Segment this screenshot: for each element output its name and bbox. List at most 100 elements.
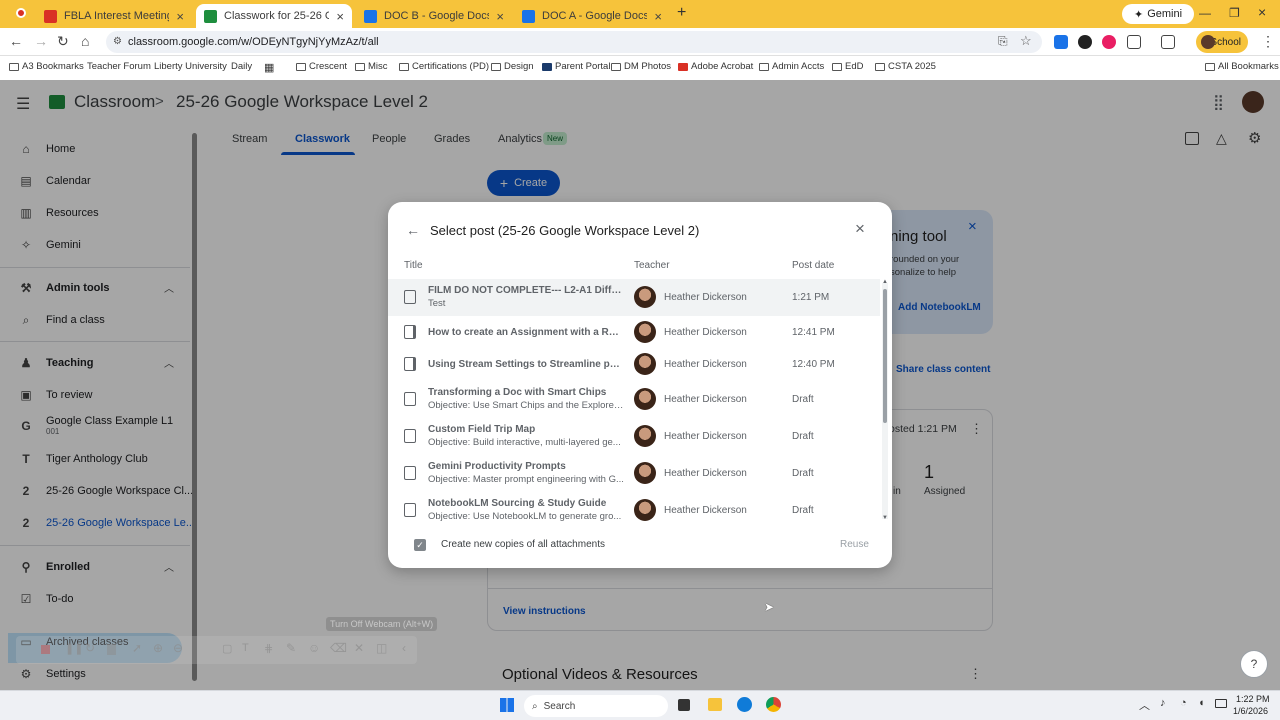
clock-time[interactable]: 1:22 PM bbox=[1236, 694, 1270, 704]
copy-attachments-label[interactable]: Create new copies of all attachments bbox=[441, 539, 605, 550]
taskbar-search[interactable]: ⌕ Search bbox=[524, 695, 668, 717]
bookmark-item[interactable]: Misc bbox=[355, 61, 388, 72]
post-subtitle: Objective: Master prompt engineering wit… bbox=[428, 474, 624, 485]
new-tab-button[interactable]: + bbox=[677, 4, 686, 22]
install-icon[interactable]: ⎘ bbox=[998, 34, 1008, 49]
reuse-button[interactable]: Reuse bbox=[840, 539, 869, 550]
all-bookmarks[interactable]: All Bookmarks bbox=[1205, 61, 1279, 72]
address-bar[interactable]: ⚙ classroom.google.com/w/ODEyNTgyNjYyMzA… bbox=[106, 31, 1042, 53]
post-subtitle: Objective: Use Smart Chips and the Explo… bbox=[428, 400, 624, 411]
scroll-down-arrow-icon[interactable]: ▼ bbox=[882, 515, 888, 521]
post-row[interactable]: Custom Field Trip Map Objective: Build i… bbox=[388, 418, 880, 455]
close-tab-icon[interactable]: × bbox=[336, 9, 344, 24]
eraser-icon[interactable]: ⌫ bbox=[330, 641, 347, 655]
site-info-icon[interactable]: ⚙ bbox=[113, 36, 122, 47]
post-row[interactable]: Using Stream Settings to Streamline post… bbox=[388, 346, 880, 383]
bookmark-item[interactable]: Daily bbox=[231, 61, 252, 72]
browser-tab-fbla[interactable]: FBLA Interest Meeting Thursda × bbox=[36, 4, 192, 28]
delete-icon[interactable] bbox=[107, 644, 116, 655]
close-tab-icon[interactable]: × bbox=[496, 9, 504, 24]
post-title: NotebookLM Sourcing & Study Guide bbox=[428, 498, 607, 509]
pointer-icon[interactable]: ➚ bbox=[132, 641, 142, 655]
extension-icon[interactable] bbox=[1054, 35, 1068, 49]
copy-attachments-checkbox[interactable]: ✓ bbox=[414, 539, 426, 551]
bookmark-item[interactable]: Teacher Forum bbox=[87, 61, 151, 72]
bookmark-item[interactable]: Certifications (PD) bbox=[399, 61, 489, 72]
recording-toolbar[interactable]: ❚❚ ↻ ➚ ⊕ ⊖ ▢ T ⋕ ✎ ☺ ⌫ ✕ ◫ ‹ bbox=[16, 636, 417, 664]
bookmark-item[interactable]: Parent Portal bbox=[542, 61, 610, 72]
post-list[interactable]: FILM DO NOT COMPLETE--- L2-A1 Different.… bbox=[388, 279, 892, 523]
post-date: Draft bbox=[792, 431, 814, 442]
back-arrow-icon[interactable]: ← bbox=[406, 222, 420, 238]
record-icon[interactable] bbox=[16, 8, 26, 18]
home-icon[interactable]: ⌂ bbox=[81, 33, 89, 49]
list-scrollbar-thumb[interactable] bbox=[883, 289, 887, 423]
extension-icon[interactable] bbox=[1078, 35, 1092, 49]
tab-title: FBLA Interest Meeting Thursda bbox=[64, 10, 170, 22]
browser-tab-classwork[interactable]: Classwork for 25-26 Google W × bbox=[196, 4, 352, 28]
edge-icon[interactable] bbox=[737, 697, 752, 712]
bookmark-item[interactable]: DM Photos bbox=[611, 61, 671, 72]
clock-date[interactable]: 1/6/2026 bbox=[1233, 706, 1268, 716]
post-row[interactable]: NotebookLM Sourcing & Study Guide Object… bbox=[388, 492, 880, 523]
browser-tab-doc-a[interactable]: DOC A - Google Docs × bbox=[514, 4, 670, 28]
bookmark-item[interactable]: EdD bbox=[832, 61, 863, 72]
bookmark-star-icon[interactable]: ☆ bbox=[1020, 33, 1032, 49]
close-tab-icon[interactable]: × bbox=[654, 9, 662, 24]
wifi-icon[interactable]: ◔ bbox=[1180, 697, 1187, 709]
zoom-icon[interactable]: ⊕ bbox=[153, 641, 163, 655]
minimize-icon[interactable]: — bbox=[1199, 6, 1211, 20]
bookmark-item[interactable]: Admin Accts bbox=[759, 61, 824, 72]
grid-icon[interactable]: ⋕ bbox=[264, 642, 273, 655]
stop-record-icon[interactable] bbox=[41, 645, 50, 654]
bookmark-item[interactable]: Design bbox=[491, 61, 534, 72]
windows-start-icon[interactable] bbox=[500, 698, 514, 712]
mute-icon[interactable]: ✕ bbox=[354, 641, 364, 655]
bookmark-item[interactable]: Adobe Acrobat bbox=[678, 61, 753, 72]
profile-button[interactable]: School bbox=[1196, 31, 1248, 53]
emoji-icon[interactable]: ☺ bbox=[308, 641, 320, 655]
apps-grid-icon[interactable]: ▦ bbox=[264, 61, 274, 74]
tab-search-icon[interactable] bbox=[1161, 35, 1175, 49]
bookmark-item[interactable]: A3 Bookmarks bbox=[9, 61, 84, 72]
teacher-name: Heather Dickerson bbox=[664, 468, 747, 479]
bookmark-item[interactable]: Crescent bbox=[296, 61, 347, 72]
reload-icon[interactable]: ↻ bbox=[57, 33, 69, 50]
forward-icon[interactable]: → bbox=[34, 33, 48, 49]
post-row[interactable]: Transforming a Doc with Smart Chips Obje… bbox=[388, 381, 880, 418]
webcam-off-icon[interactable]: ◫ bbox=[376, 641, 387, 655]
bookmark-label: Certifications (PD) bbox=[412, 61, 490, 72]
more-menu-icon[interactable]: ⋮ bbox=[1261, 33, 1275, 50]
gemini-button[interactable]: ✦ Gemini bbox=[1122, 4, 1194, 24]
post-row[interactable]: FILM DO NOT COMPLETE--- L2-A1 Different.… bbox=[388, 279, 880, 316]
restore-icon[interactable]: ❐ bbox=[1229, 6, 1240, 20]
browser-tab-doc-b[interactable]: DOC B - Google Docs × bbox=[356, 4, 512, 28]
restart-icon[interactable]: ↻ bbox=[85, 641, 95, 655]
pause-icon[interactable]: ❚❚ bbox=[65, 642, 83, 655]
volume-icon[interactable]: ◖ bbox=[1198, 697, 1205, 709]
teacher-avatar bbox=[634, 499, 656, 521]
collapse-icon[interactable]: ‹ bbox=[402, 641, 406, 655]
tray-chevron-icon[interactable]: ︿ bbox=[1139, 697, 1150, 713]
zoom-out-icon[interactable]: ⊖ bbox=[173, 641, 183, 655]
highlight-icon[interactable]: ▢ bbox=[222, 642, 232, 655]
post-row[interactable]: Gemini Productivity Prompts Objective: M… bbox=[388, 455, 880, 492]
extensions-puzzle-icon[interactable] bbox=[1127, 35, 1141, 49]
window-close-icon[interactable]: × bbox=[1258, 4, 1266, 20]
parent-portal-icon bbox=[542, 62, 552, 71]
back-icon[interactable]: ← bbox=[9, 33, 23, 49]
help-button[interactable]: ? bbox=[1240, 650, 1268, 678]
file-explorer-icon[interactable] bbox=[708, 698, 722, 711]
bookmark-item[interactable]: Liberty University bbox=[154, 61, 227, 72]
close-tab-icon[interactable]: × bbox=[176, 9, 184, 24]
dialog-close-icon[interactable]: × bbox=[855, 219, 865, 239]
text-icon[interactable]: T bbox=[242, 642, 249, 654]
bookmark-item[interactable]: CSTA 2025 bbox=[875, 61, 936, 72]
scroll-up-arrow-icon[interactable]: ▲ bbox=[882, 279, 888, 285]
pen-icon[interactable]: ✎ bbox=[286, 641, 296, 655]
battery-icon[interactable] bbox=[1215, 699, 1227, 708]
chrome-icon[interactable] bbox=[766, 697, 781, 712]
extension-icon[interactable] bbox=[1102, 35, 1116, 49]
microphone-icon[interactable]: ♪ bbox=[1160, 697, 1166, 709]
task-view-icon[interactable] bbox=[678, 699, 690, 711]
